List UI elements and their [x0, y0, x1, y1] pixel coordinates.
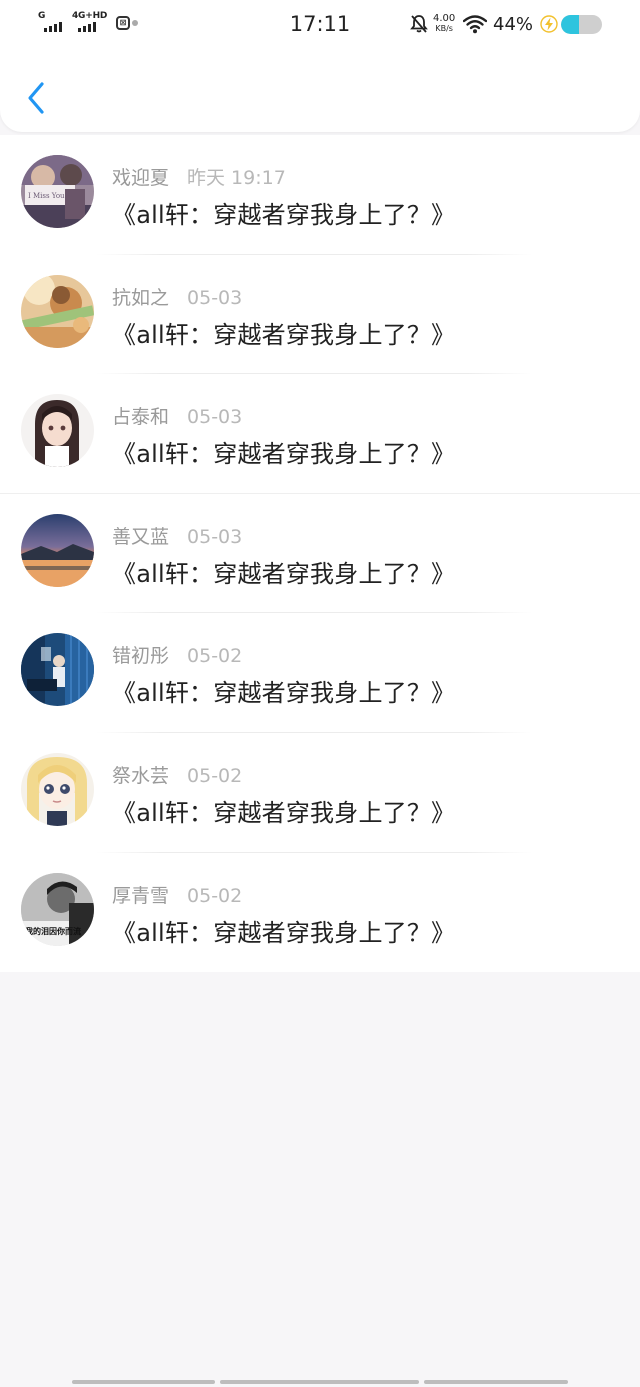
message-time: 05-03 — [187, 406, 243, 429]
mute-bell-icon — [410, 15, 428, 33]
message-text: 《all轩：穿越者穿我身上了？》 — [112, 918, 456, 947]
list-item[interactable]: 善又蓝 05-03 《all轩：穿越者穿我身上了？》 — [0, 494, 640, 614]
message-text: 《all轩：穿越者穿我身上了？》 — [112, 798, 456, 827]
message-text: 《all轩：穿越者穿我身上了？》 — [112, 679, 456, 708]
avatar[interactable] — [21, 633, 94, 707]
sender-name: 祭水芸 — [112, 764, 170, 787]
avatar-lettering: 我的泪因你而流 — [25, 926, 81, 936]
network-speed: 4.00 KB/s — [433, 14, 455, 34]
sender-name: 占泰和 — [112, 406, 170, 429]
home-indicator-segment — [72, 1380, 215, 1384]
home-indicator-segment — [220, 1380, 419, 1384]
message-meta: 占泰和 05-03 — [112, 402, 242, 429]
status-bar: G 4G+HD ⊠ 17:11 4.00 KB/s 44% — [0, 0, 640, 50]
message-meta: 戏迎夏 昨天 19:17 — [112, 163, 286, 190]
speed-unit: KB/s — [435, 24, 453, 33]
back-button[interactable] — [18, 78, 54, 118]
message-text: 《all轩：穿越者穿我身上了？》 — [112, 320, 456, 349]
sender-name: 戏迎夏 — [112, 167, 170, 189]
sender-name: 抗如之 — [112, 286, 170, 309]
message-meta: 错初彤 05-02 — [112, 641, 242, 668]
wifi-icon — [463, 15, 487, 34]
list-item[interactable]: 祭水芸 05-02 《all轩：穿越者穿我身上了？》 — [0, 733, 640, 853]
avatar[interactable] — [21, 394, 94, 468]
sender-name: 错初彤 — [112, 645, 170, 668]
avatar[interactable] — [21, 752, 94, 826]
message-meta: 祭水芸 05-02 — [112, 761, 242, 788]
message-list: I Miss You 戏迎夏昨天 19:17 《all轩：穿越者穿我身上了？》 — [0, 135, 640, 973]
message-time: 05-03 — [187, 525, 243, 548]
battery-icon — [561, 15, 602, 34]
message-meta: 抗如之 05-03 — [112, 283, 242, 310]
list-item[interactable]: 我的泪因你而流 厚青雪 05-02 《all轩：穿越者穿我身上了？》 — [0, 853, 640, 973]
message-text: 《all轩：穿越者穿我身上了？》 — [112, 201, 456, 229]
message-time: 05-02 — [187, 884, 243, 907]
avatar[interactable]: 我的泪因你而流 — [21, 872, 94, 946]
sender-name: 善又蓝 — [112, 525, 170, 548]
sender-name: 厚青雪 — [112, 884, 170, 907]
list-item[interactable]: 抗如之 05-03 《all轩：穿越者穿我身上了？》 — [0, 255, 640, 375]
message-time: 05-02 — [187, 764, 243, 787]
message-time: 05-02 — [187, 645, 243, 668]
message-time: 昨天 19:17 — [187, 167, 286, 189]
avatar[interactable] — [21, 513, 94, 587]
message-text: 《all轩：穿越者穿我身上了？》 — [112, 440, 456, 469]
home-indicator-segment — [424, 1380, 568, 1384]
avatar-lettering: I Miss You — [28, 192, 65, 200]
message-meta: 善又蓝 05-03 — [112, 522, 242, 549]
message-text: 《all轩：穿越者穿我身上了？》 — [112, 559, 456, 588]
avatar[interactable] — [21, 274, 94, 348]
list-item[interactable]: 错初彤 05-02 《all轩：穿越者穿我身上了？》 — [0, 613, 640, 733]
charging-bolt-icon — [540, 15, 558, 33]
list-item[interactable]: 占泰和 05-03 《all轩：穿越者穿我身上了？》 — [0, 374, 640, 494]
battery-percent: 44% — [493, 14, 534, 35]
message-meta: 厚青雪 05-02 — [112, 881, 242, 908]
chevron-left-icon — [28, 82, 44, 114]
battery-fill — [561, 15, 580, 34]
list-item[interactable]: I Miss You 戏迎夏 昨天 19:17 《all轩：穿越者穿我身上了？》 — [0, 135, 640, 255]
speed-value: 4.00 — [433, 13, 456, 24]
message-time: 05-03 — [187, 286, 243, 309]
avatar[interactable]: I Miss You — [21, 155, 94, 228]
top-bar: G 4G+HD ⊠ 17:11 4.00 KB/s 44% — [0, 0, 640, 132]
